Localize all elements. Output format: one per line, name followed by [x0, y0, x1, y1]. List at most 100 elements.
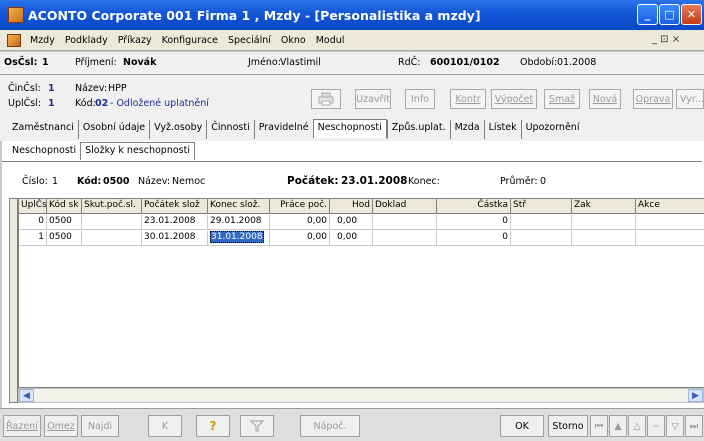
mdi-icon[interactable]: [7, 33, 21, 47]
info-button[interactable]: Info: [405, 89, 435, 109]
cell-uplcsl[interactable]: 1: [19, 231, 47, 246]
cell-str[interactable]: [511, 231, 572, 246]
tab-mzda[interactable]: Mzda: [449, 120, 484, 139]
oprava-button[interactable]: Oprava: [633, 89, 673, 109]
window-title: ACONTO Corporate 001 Firma 1 , Mzdy - [P…: [28, 7, 481, 23]
cell-zak[interactable]: [572, 215, 636, 230]
napoc-button[interactable]: Nápoč.: [300, 415, 360, 437]
tab-vyz-osoby[interactable]: Vyž.osoby: [149, 120, 206, 139]
cislo-value: 1: [52, 176, 59, 187]
col-doklad[interactable]: Doklad: [373, 199, 437, 214]
nav-down-icon[interactable]: ▽: [666, 415, 684, 437]
minimize-button[interactable]: _: [637, 4, 658, 25]
k-button[interactable]: K: [148, 415, 182, 437]
tab-cinnosti[interactable]: Činnosti: [206, 120, 253, 139]
selected-cell-text[interactable]: 31.01.2008: [210, 231, 264, 243]
col-pocatek[interactable]: Počátek slož: [142, 199, 208, 214]
col-konec[interactable]: Konec slož.: [208, 199, 270, 214]
tab-listek[interactable]: Lístek: [483, 120, 521, 139]
col-zak[interactable]: Zak: [572, 199, 636, 214]
cell-doklad[interactable]: [373, 231, 437, 246]
cell-hod[interactable]: 0,00: [330, 231, 373, 246]
horizontal-scrollbar[interactable]: ◀ ▶: [18, 388, 704, 403]
storno-button[interactable]: Storno: [548, 415, 588, 437]
maximize-button[interactable]: □: [659, 4, 680, 25]
najdi-button[interactable]: Najdi: [81, 415, 119, 437]
print-button[interactable]: [311, 89, 341, 109]
table-row[interactable]: 0 0500 23.01.2008 29.01.2008 0,00 0,00 0: [19, 215, 704, 230]
cislo-label: Číslo:: [22, 176, 48, 187]
razeni-button[interactable]: Řazení: [3, 415, 41, 437]
kontr-button[interactable]: Kontr: [450, 89, 486, 109]
menu-specialni[interactable]: Speciální: [223, 35, 276, 46]
cell-skut-poc[interactable]: [82, 215, 142, 230]
uzavrit-button[interactable]: Uzavřít: [355, 89, 391, 109]
help-button[interactable]: ?: [196, 415, 230, 437]
mdi-controls[interactable]: _ ⊡ ×: [652, 34, 680, 45]
cell-pocatek[interactable]: 23.01.2008: [142, 215, 208, 230]
omez-button[interactable]: Omez: [44, 415, 78, 437]
prijmeni-label: Příjmení:: [75, 57, 117, 68]
col-str[interactable]: Stř: [511, 199, 572, 214]
cell-hod[interactable]: 0,00: [330, 215, 373, 230]
oscsl-value: 1: [42, 57, 49, 68]
vypocet-button[interactable]: Výpočet: [491, 89, 537, 109]
scroll-right-icon[interactable]: ▶: [688, 389, 703, 402]
table-row[interactable]: 1 0500 30.01.2008 31.01.2008 0,00 0,00 0: [19, 231, 704, 246]
menu-konfigurace[interactable]: Konfigurace: [157, 35, 223, 46]
menu-mzdy[interactable]: Mzdy: [25, 35, 60, 46]
cell-str[interactable]: [511, 215, 572, 230]
menu-bar: Mzdy Podklady Příkazy Konfigurace Speciá…: [0, 30, 704, 51]
smaz-button[interactable]: Smaž: [544, 89, 580, 109]
tab-zamestnanci[interactable]: Zaměstnanci: [8, 120, 78, 139]
cell-castka[interactable]: 0: [437, 231, 511, 246]
close-button[interactable]: ✕: [681, 4, 702, 25]
tab-zpus-uplat[interactable]: Způs.uplat.: [386, 120, 450, 139]
filter-button[interactable]: [240, 415, 274, 437]
menu-podklady[interactable]: Podklady: [60, 35, 113, 46]
cell-pocatek[interactable]: 30.01.2008: [142, 231, 208, 246]
obdobi-value: 01.2008: [557, 57, 597, 68]
cell-prace-poc[interactable]: 0,00: [270, 215, 330, 230]
slozky-grid[interactable]: UplČsl Kód sk Skut.poč.sl. Počátek slož …: [18, 198, 704, 388]
nav-dash-icon[interactable]: −: [647, 415, 665, 437]
nav-up-icon[interactable]: △: [628, 415, 646, 437]
cell-prace-poc[interactable]: 0,00: [270, 231, 330, 246]
col-akce[interactable]: Akce: [636, 199, 704, 214]
printer-icon: [318, 92, 334, 106]
tab-neschopnosti[interactable]: Neschopnosti: [312, 119, 387, 138]
menu-modul[interactable]: Modul: [311, 35, 350, 46]
nav-last-icon[interactable]: ⏭: [685, 415, 703, 437]
cell-castka[interactable]: 0: [437, 215, 511, 230]
col-hod[interactable]: Hod: [330, 199, 373, 214]
nav-prev-icon[interactable]: ▲: [609, 415, 627, 437]
cell-uplcsl[interactable]: 0: [19, 215, 47, 230]
cell-doklad[interactable]: [373, 215, 437, 230]
subtab-slozky[interactable]: Složky k neschopnosti: [80, 142, 195, 160]
tab-upozorneni[interactable]: Upozornění: [520, 120, 584, 139]
nav-first-icon[interactable]: ⏮: [590, 415, 608, 437]
cell-zak[interactable]: [572, 231, 636, 246]
subtab-neschopnosti[interactable]: Neschopnosti: [8, 143, 80, 161]
cell-akce[interactable]: [636, 215, 704, 230]
cell-konec[interactable]: 31.01.2008: [208, 231, 270, 246]
tab-osobni-udaje[interactable]: Osobní údaje: [77, 120, 149, 139]
menu-okno[interactable]: Okno: [276, 35, 311, 46]
col-castka[interactable]: Částka: [437, 199, 511, 214]
cell-kod-sk[interactable]: 0500: [47, 231, 82, 246]
scroll-left-icon[interactable]: ◀: [19, 389, 34, 402]
tab-pravidelne[interactable]: Pravidelné: [253, 120, 313, 139]
vyr-button[interactable]: Vyr...: [676, 89, 704, 109]
cell-akce[interactable]: [636, 231, 704, 246]
nova-button[interactable]: Nová: [589, 89, 621, 109]
col-kod-sk[interactable]: Kód sk: [47, 199, 82, 214]
col-skut-poc[interactable]: Skut.poč.sl.: [82, 199, 142, 214]
menu-prikazy[interactable]: Příkazy: [113, 35, 157, 46]
col-prace-poc[interactable]: Práce poč.: [270, 199, 330, 214]
nazev-label: Název:: [75, 83, 108, 94]
ok-button[interactable]: OK: [500, 415, 544, 437]
cell-konec[interactable]: 29.01.2008: [208, 215, 270, 230]
cell-kod-sk[interactable]: 0500: [47, 215, 82, 230]
col-uplcsl[interactable]: UplČsl: [19, 199, 47, 214]
cell-skut-poc[interactable]: [82, 231, 142, 246]
